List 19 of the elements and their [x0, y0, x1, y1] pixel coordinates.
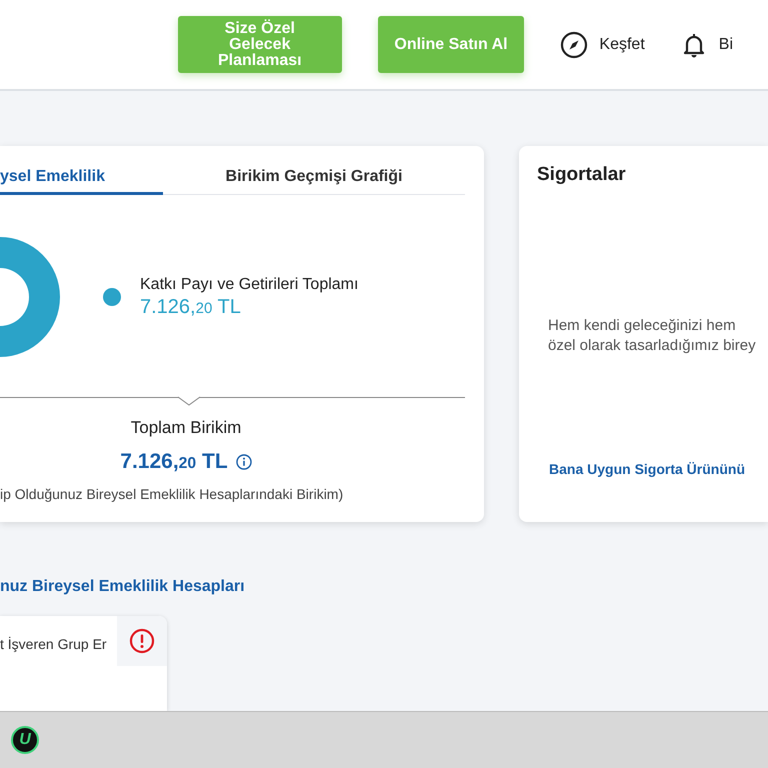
legend-amount: 7.126,20 TL: [140, 296, 242, 318]
note-text: ip Olduğunuz Bireysel Emeklilik Hesaplarındaki Birikim): [0, 486, 344, 502]
card-title: Sigortalar: [537, 164, 627, 186]
tab[interactable]: Birikim Geçmişi Grafiği: [163, 168, 465, 194]
nav-link[interactable]: Bi: [680, 30, 733, 58]
legend-label: Katkı Payı ve Getirileri Toplamı: [140, 276, 358, 294]
app-logo[interactable]: U: [11, 726, 39, 754]
nav-link[interactable]: Keşfet: [560, 30, 645, 58]
tab[interactable]: ysel Emeklilik: [0, 168, 163, 195]
insurance-link[interactable]: Bana Uygun Sigorta Ürününü: [537, 461, 768, 477]
compass-icon: [560, 30, 588, 58]
total-amount: 7.126,20 TL: [120, 450, 228, 474]
total-label: Toplam Birikim: [130, 418, 242, 438]
account-card[interactable]: t İşveren Grup Er: [0, 616, 167, 711]
account-name: t İşveren Grup Er: [0, 636, 108, 652]
description-text: özel olarak tasarladığımız birey: [548, 336, 757, 356]
description-text: Hem kendi geleceğinizi hem: [548, 316, 737, 336]
info-icon: [236, 454, 252, 470]
section-title: nuz Bireysel Emeklilik Hesapları: [0, 578, 246, 596]
